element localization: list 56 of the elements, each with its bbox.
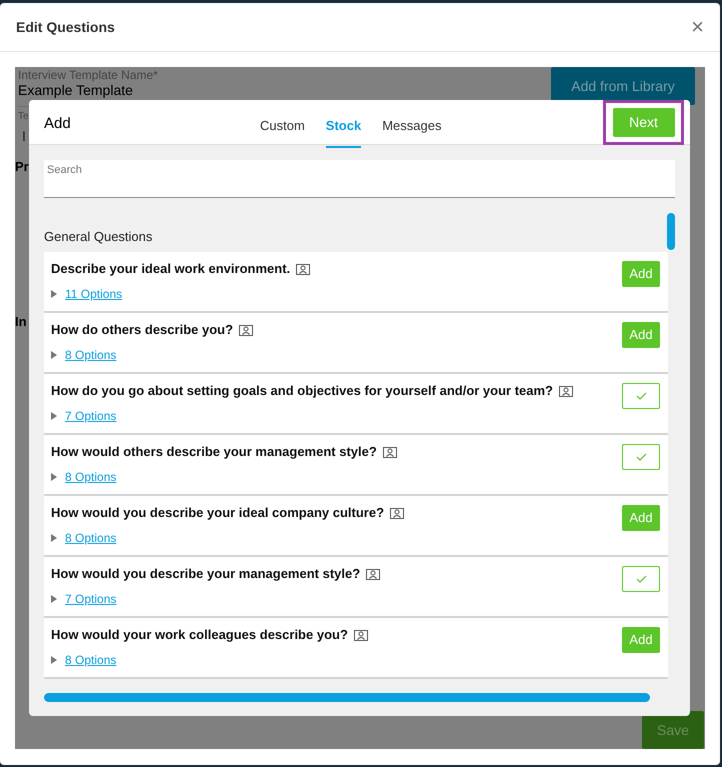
person-card-icon: [296, 264, 310, 274]
field-value: I: [22, 127, 26, 146]
options-link[interactable]: 11 Options: [65, 285, 122, 303]
section-heading: Pr: [15, 158, 29, 176]
question-text: How would your work colleagues describe you?: [51, 626, 348, 644]
modal-title: Add: [44, 114, 71, 134]
options-link[interactable]: 8 Options: [65, 346, 116, 364]
dialog-title: Edit Questions: [16, 18, 115, 37]
options-link[interactable]: 7 Options: [65, 590, 116, 608]
question-text: Describe your ideal work environment.: [51, 260, 290, 278]
question-text: How would you describe your management style?: [51, 565, 360, 584]
person-card-icon: [366, 568, 380, 580]
next-button[interactable]: Next: [612, 108, 674, 137]
tab[interactable]: Messages: [382, 104, 442, 148]
tab[interactable]: Stock: [326, 104, 362, 148]
horizontal-scrollbar-thumb[interactable]: [44, 693, 650, 702]
check-icon: [636, 575, 646, 583]
expand-triangle-icon[interactable]: [51, 290, 57, 298]
add-button[interactable]: Add: [622, 505, 660, 531]
person-card-icon: [239, 324, 254, 336]
expand-triangle-icon[interactable]: [51, 351, 57, 359]
options-link[interactable]: 8 Options: [65, 468, 116, 486]
field-label: Interview Template Name*: [18, 68, 158, 82]
added-check-button[interactable]: [622, 566, 660, 592]
added-check-button[interactable]: [622, 383, 660, 409]
save-button[interactable]: Save: [642, 711, 704, 749]
expand-triangle-icon[interactable]: [51, 412, 57, 420]
question-text: How would others describe your management style?: [51, 443, 377, 462]
options-link[interactable]: 8 Options: [65, 529, 116, 547]
field-label: Te: [18, 110, 29, 124]
vertical-scrollbar-thumb[interactable]: [667, 213, 675, 250]
check-icon: [636, 392, 646, 400]
add-button[interactable]: Add: [622, 627, 660, 653]
close-button[interactable]: ×: [691, 16, 704, 38]
question-text: How do others describe you?: [51, 321, 234, 340]
search-field[interactable]: Search: [44, 160, 675, 198]
question-text: How do you go about setting goals and objectives for yourself and/or your team?: [51, 382, 553, 400]
expand-triangle-icon[interactable]: [51, 473, 57, 481]
person-card-icon: [559, 386, 573, 396]
check-icon: [636, 453, 646, 461]
section-heading: In: [15, 312, 27, 330]
section-heading: General Questions: [44, 228, 152, 246]
expand-triangle-icon[interactable]: [51, 595, 57, 603]
tab[interactable]: Custom: [260, 104, 305, 148]
person-card-icon: [382, 446, 397, 458]
add-button[interactable]: Add: [622, 261, 660, 287]
person-card-icon: [354, 630, 368, 640]
question-text: How would you describe your ideal company culture?: [51, 504, 384, 522]
expand-triangle-icon[interactable]: [51, 534, 57, 542]
add-button[interactable]: Add: [622, 322, 660, 348]
expand-triangle-icon[interactable]: [51, 656, 57, 664]
field-value: Example Template: [18, 82, 134, 98]
options-link[interactable]: 8 Options: [65, 651, 116, 669]
person-card-icon: [390, 508, 404, 518]
added-check-button[interactable]: [622, 444, 660, 470]
options-link[interactable]: 7 Options: [65, 407, 116, 425]
